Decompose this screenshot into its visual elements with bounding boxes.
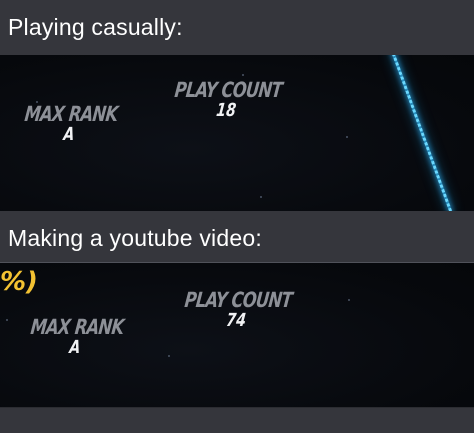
play-count-value: 74 [225, 310, 248, 331]
percent-fragment: %) [0, 267, 38, 297]
max-rank-value: A [68, 337, 82, 358]
max-rank-stat: MAX RANK A [21, 102, 118, 145]
play-count-value: 18 [215, 100, 238, 121]
caption-making-youtube-video: Making a youtube video: [8, 225, 262, 251]
caption-playing-casually: Playing casually: [8, 14, 183, 40]
play-count-stat: PLAY COUNT 18 [171, 78, 283, 121]
star-dot [260, 196, 262, 198]
star-dot [242, 74, 244, 76]
play-count-label: PLAY COUNT [183, 288, 294, 312]
star-dot [6, 319, 8, 321]
star-dot [346, 136, 348, 138]
play-count-stat: PLAY COUNT 74 [181, 288, 293, 331]
star-dot [168, 355, 170, 357]
max-rank-label: MAX RANK [23, 102, 119, 126]
laser-beam-graphic [390, 55, 453, 211]
max-rank-value: A [62, 124, 76, 145]
max-rank-label: MAX RANK [29, 315, 125, 339]
game-screenshot-youtube: %) MAX RANK A PLAY COUNT 74 [0, 262, 474, 408]
play-count-label: PLAY COUNT [173, 78, 284, 102]
game-screenshot-casual: MAX RANK A PLAY COUNT 18 [0, 55, 474, 211]
max-rank-stat: MAX RANK A [27, 315, 124, 358]
star-dot [348, 299, 350, 301]
